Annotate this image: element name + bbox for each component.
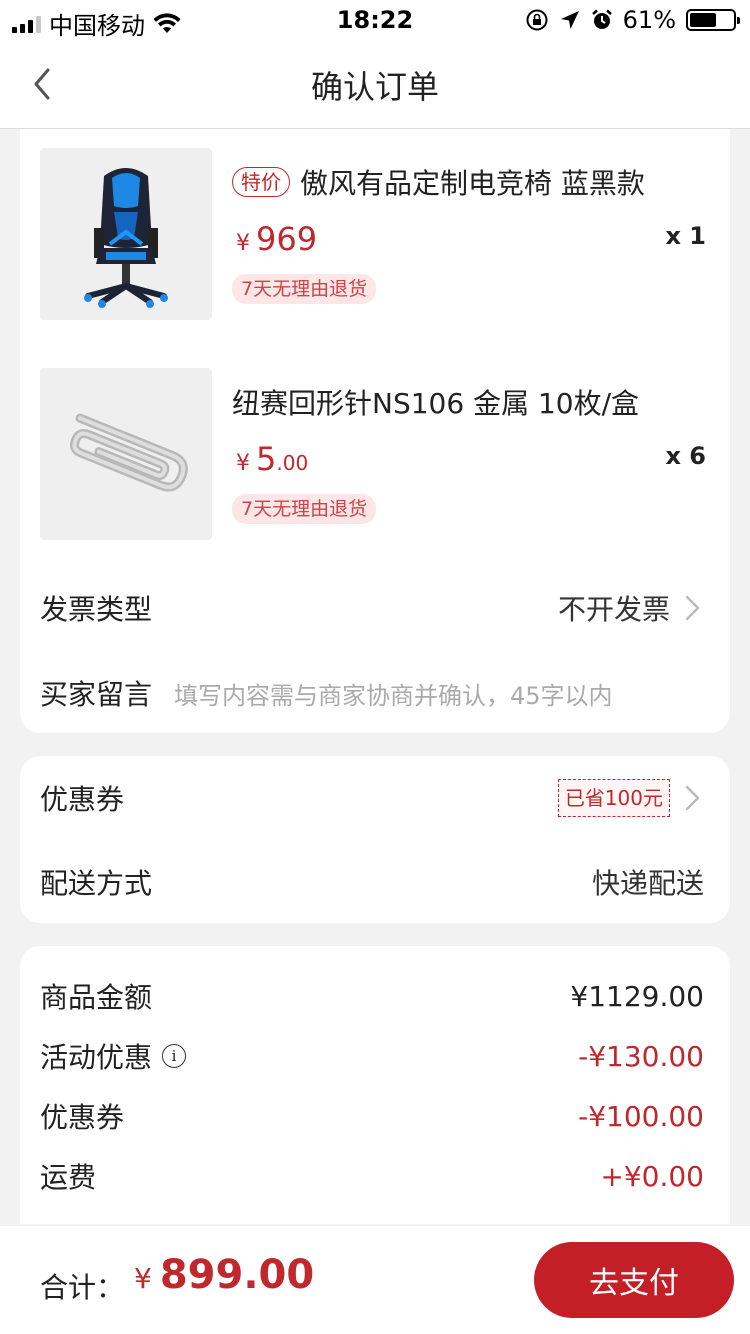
summary-row-promotion: 活动优惠 i -¥130.00 [40, 1034, 704, 1078]
product-item[interactable]: 纽赛回形针NS106 金属 10枚/盒 ¥5.00 x 6 7天无理由退货 [20, 368, 730, 540]
summary-label: 运费 [40, 1161, 97, 1194]
chevron-right-icon [685, 785, 700, 811]
summary-value: -¥130.00 [578, 1039, 704, 1073]
message-label: 买家留言 [40, 678, 153, 711]
product-title: 特价 傲风有品定制电竞椅 蓝黑款 [232, 162, 645, 202]
total-label: 合计： [40, 1271, 125, 1304]
coupon-label: 优惠券 [40, 783, 125, 816]
product-price: ¥969 [236, 220, 317, 258]
currency-symbol: ¥ [236, 231, 250, 256]
summary-card: 商品金额 ¥1129.00 活动优惠 i -¥130.00 优惠券 -¥100.… [20, 946, 730, 1224]
nav-bar: 确认订单 [0, 40, 750, 129]
message-row: 买家留言 填写内容需与商家协商并确认，45字以内 [40, 669, 704, 717]
invoice-label: 发票类型 [40, 593, 153, 626]
delivery-row[interactable]: 配送方式 快递配送 [40, 858, 704, 906]
price-integer: 969 [256, 220, 318, 258]
summary-label: 优惠券 [40, 1101, 125, 1134]
battery-fill [690, 13, 716, 27]
status-right: 61% [525, 6, 740, 34]
coupon-savings-badge: 已省100元 [557, 779, 670, 817]
page-title: 确认订单 [310, 68, 439, 106]
info-icon[interactable]: i [162, 1044, 187, 1068]
summary-label: 活动优惠 [40, 1041, 153, 1074]
product-title-text: 纽赛回形针NS106 金属 10枚/盒 [232, 387, 640, 420]
product-image [40, 148, 212, 320]
product-price: ¥5.00 [236, 440, 308, 478]
summary-label: 商品金额 [40, 981, 153, 1014]
product-quantity: x 1 [665, 222, 706, 250]
rotation-lock-icon [526, 9, 548, 31]
product-title: 纽赛回形针NS106 金属 10枚/盒 [232, 382, 639, 422]
product-item[interactable]: 特价 傲风有品定制电竞椅 蓝黑款 ¥969 x 1 7天无理由退货 [20, 148, 730, 320]
gaming-chair-image [40, 148, 212, 320]
currency-symbol: ¥ [236, 451, 250, 476]
invoice-row[interactable]: 发票类型 不开发票 [40, 584, 704, 632]
product-title-text: 傲风有品定制电竞椅 蓝黑款 [300, 167, 645, 200]
options-card: 优惠券 已省100元 配送方式 快递配送 [20, 756, 730, 923]
special-price-tag: 特价 [232, 167, 290, 197]
location-icon [560, 11, 579, 29]
battery-icon [686, 9, 740, 31]
chevron-right-icon [685, 595, 700, 621]
product-image [40, 368, 212, 540]
summary-row-subtotal: 商品金额 ¥1129.00 [40, 974, 704, 1018]
total-value: 899.00 [159, 1252, 315, 1298]
price-integer: 5 [256, 440, 277, 478]
price-decimal: .00 [276, 451, 309, 475]
currency-symbol: ¥ [134, 1262, 152, 1295]
return-policy-badge: 7天无理由退货 [232, 274, 377, 304]
summary-label-wrap: 活动优惠 i [40, 1036, 187, 1076]
delivery-label: 配送方式 [40, 867, 153, 900]
coupon-row[interactable]: 优惠券 已省100元 [40, 774, 704, 822]
alarm-icon [591, 9, 612, 29]
coupon-value: 已省100元 [557, 779, 704, 817]
summary-row-coupon: 优惠券 -¥100.00 [40, 1094, 704, 1138]
order-card: 特价 傲风有品定制电竞椅 蓝黑款 ¥969 x 1 7天无理由退货 纽赛回形针N… [20, 129, 730, 733]
message-input[interactable]: 填写内容需与商家协商并确认，45字以内 [174, 676, 704, 711]
invoice-value-text: 不开发票 [557, 593, 670, 626]
invoice-value: 不开发票 [558, 588, 704, 628]
checkout-bar: 合计： ¥899.00 去支付 [0, 1226, 750, 1334]
total-amount: ¥899.00 [134, 1252, 314, 1298]
summary-value: +¥0.00 [600, 1159, 704, 1193]
paper-clip-image [40, 368, 212, 540]
summary-value: ¥1129.00 [570, 979, 704, 1013]
product-quantity: x 6 [665, 442, 706, 470]
delivery-value: 快递配送 [591, 867, 704, 900]
return-policy-badge: 7天无理由退货 [232, 494, 377, 524]
battery-percent: 61% [622, 6, 676, 34]
pay-button[interactable]: 去支付 [534, 1242, 734, 1318]
status-bar: 中国移动 18:22 61% [0, 0, 750, 40]
summary-value: -¥100.00 [578, 1099, 704, 1133]
summary-row-shipping: 运费 +¥0.00 [40, 1154, 704, 1198]
